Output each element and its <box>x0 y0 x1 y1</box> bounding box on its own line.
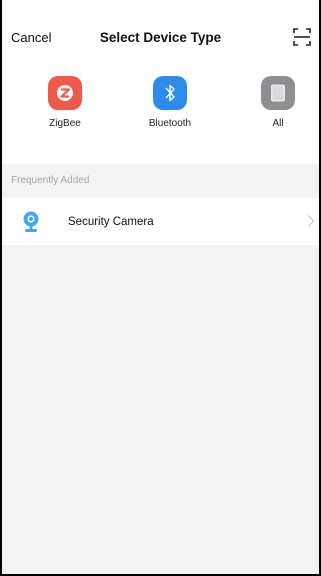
device-type-label: All <box>272 118 284 129</box>
navigation-bar: Cancel Select Device Type <box>2 0 319 76</box>
all-devices-icon <box>261 76 295 110</box>
security-camera-icon <box>23 211 39 232</box>
app-screen: Cancel Select Device Type ZigBee Bluetoo… <box>0 0 321 576</box>
device-type-label: ZigBee <box>49 118 81 129</box>
bluetooth-icon <box>153 76 187 110</box>
list-item-label: Security Camera <box>68 215 154 228</box>
zigbee-icon <box>48 76 82 110</box>
device-type-bluetooth[interactable]: Bluetooth <box>130 76 210 129</box>
frequently-added-header: Frequently Added <box>2 164 319 198</box>
page-title: Select Device Type <box>99 30 222 45</box>
device-type-all[interactable]: All <box>238 76 318 129</box>
scan-icon[interactable] <box>291 26 313 48</box>
top-panel: Cancel Select Device Type ZigBee Bluetoo… <box>2 0 319 164</box>
device-type-zigbee[interactable]: ZigBee <box>25 76 105 129</box>
chevron-right-icon <box>308 215 315 227</box>
device-type-label: Bluetooth <box>148 118 192 129</box>
list-item-security-camera[interactable]: Security Camera <box>2 198 319 245</box>
device-type-selector: ZigBee Bluetooth All <box>2 76 319 164</box>
